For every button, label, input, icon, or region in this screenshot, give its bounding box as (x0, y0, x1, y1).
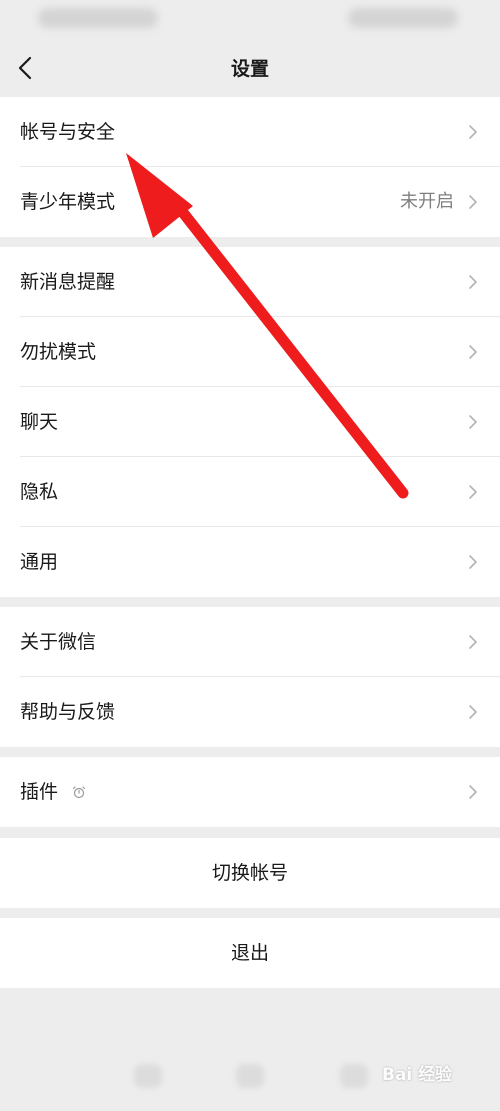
settings-item-help-feedback[interactable]: 帮助与反馈 (0, 677, 500, 747)
settings-group-about: 关于微信 帮助与反馈 (0, 607, 500, 747)
settings-item-label: 新消息提醒 (20, 271, 116, 293)
plugin-icon (72, 786, 86, 799)
settings-group-account: 帐号与安全 青少年模式 未开启 (0, 97, 500, 237)
chevron-right-icon (469, 555, 477, 569)
teen-mode-status: 未开启 (400, 191, 454, 212)
settings-item-label: 勿扰模式 (20, 341, 97, 363)
chevron-right-icon (469, 195, 477, 209)
settings-item-label: 隐私 (20, 481, 59, 503)
settings-item-label: 聊天 (20, 411, 59, 433)
status-bar-left-blurred (38, 8, 158, 28)
settings-item-about-wechat[interactable]: 关于微信 (0, 607, 500, 677)
status-bar-right-blurred (348, 8, 458, 28)
chevron-right-icon (469, 785, 477, 799)
settings-item-new-message-alerts[interactable]: 新消息提醒 (0, 247, 500, 317)
chevron-right-icon (469, 705, 477, 719)
settings-item-label: 帐号与安全 (20, 121, 116, 143)
chevron-right-icon (469, 345, 477, 359)
system-back-icon[interactable] (134, 1064, 162, 1088)
settings-item-do-not-disturb[interactable]: 勿扰模式 (0, 317, 500, 387)
settings-item-privacy[interactable]: 隐私 (0, 457, 500, 527)
chevron-right-icon (469, 635, 477, 649)
system-recents-icon[interactable] (340, 1064, 368, 1088)
settings-item-label: 插件 (20, 781, 59, 803)
settings-item-plugins[interactable]: 插件 (0, 757, 500, 827)
system-home-icon[interactable] (236, 1064, 264, 1088)
switch-account-button[interactable]: 切换帐号 (0, 838, 500, 908)
settings-item-account-security[interactable]: 帐号与安全 (0, 97, 500, 167)
chevron-right-icon (469, 275, 477, 289)
baidu-jingyan-watermark: Bai 经验 (382, 1065, 453, 1085)
settings-group-general: 新消息提醒 勿扰模式 聊天 隐私 通用 (0, 247, 500, 597)
settings-item-teen-mode[interactable]: 青少年模式 未开启 (0, 167, 500, 237)
settings-item-label: 通用 (20, 551, 59, 573)
settings-group-plugins: 插件 (0, 757, 500, 827)
nav-bar: 设置 (0, 40, 500, 96)
settings-item-label: 青少年模式 (20, 191, 116, 213)
chevron-right-icon (469, 415, 477, 429)
page-title: 设置 (230, 58, 269, 80)
settings-item-label: 关于微信 (20, 631, 97, 653)
settings-item-chat[interactable]: 聊天 (0, 387, 500, 457)
chevron-right-icon (469, 485, 477, 499)
settings-item-label: 帮助与反馈 (20, 701, 116, 723)
settings-item-general[interactable]: 通用 (0, 527, 500, 597)
status-bar (0, 0, 500, 40)
chevron-right-icon (469, 125, 477, 139)
logout-button[interactable]: 退出 (0, 918, 500, 988)
